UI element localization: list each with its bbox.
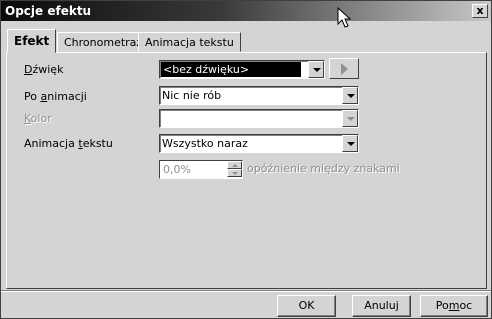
sound-select[interactable]: <bez dźwięku> (159, 60, 325, 79)
window-title: Opcje efektu (5, 4, 92, 18)
sound-value: <bez dźwięku> (161, 62, 301, 77)
delay-value: 0,0% (163, 163, 191, 176)
chevron-down-icon[interactable] (342, 87, 358, 104)
tab-animacja-tekstu[interactable]: Animacja tekstu (138, 32, 241, 52)
cancel-label: Anuluj (364, 299, 399, 312)
chevron-down-icon[interactable] (342, 135, 358, 152)
ok-label: OK (298, 299, 315, 312)
color-select (159, 109, 359, 128)
spin-down-icon (227, 169, 242, 177)
close-button[interactable]: x (472, 4, 488, 18)
delay-label: opóźnienie między znakami (247, 162, 400, 175)
cancel-button[interactable]: Anuluj (352, 295, 411, 317)
after-animation-label: Po animacji (24, 90, 87, 103)
ok-button[interactable]: OK (277, 295, 336, 317)
chevron-down-icon (342, 110, 358, 127)
options-dialog: Opcje efektu x Chronometraż Animacja tek… (0, 0, 492, 319)
mouse-cursor-icon (337, 7, 352, 28)
color-label: Kolor (24, 112, 52, 125)
tab-label: Chronometraż (64, 36, 143, 49)
close-icon: x (476, 4, 484, 17)
chevron-down-icon[interactable] (308, 61, 324, 78)
tab-label: Animacja tekstu (145, 36, 234, 49)
play-sound-button[interactable] (329, 58, 359, 79)
after-animation-select[interactable]: Nic nie rób (159, 86, 359, 105)
text-animation-label: Animacja tekstu (24, 137, 113, 150)
tab-label: Efekt (14, 34, 50, 48)
help-button[interactable]: Pomoc (420, 295, 488, 317)
text-animation-select[interactable]: Wszystko naraz (159, 134, 359, 153)
spin-up-icon (227, 161, 242, 169)
delay-spinner: 0,0% (159, 160, 243, 179)
tab-efekt[interactable]: Efekt (7, 29, 57, 53)
sound-label: Dźwięk (24, 63, 64, 76)
title-bar[interactable]: Opcje efektu x (1, 1, 491, 21)
tab-chronometraz[interactable]: Chronometraż (57, 32, 150, 52)
text-animation-value: Wszystko naraz (162, 137, 248, 150)
after-animation-value: Nic nie rób (162, 89, 222, 102)
divider (1, 290, 491, 292)
